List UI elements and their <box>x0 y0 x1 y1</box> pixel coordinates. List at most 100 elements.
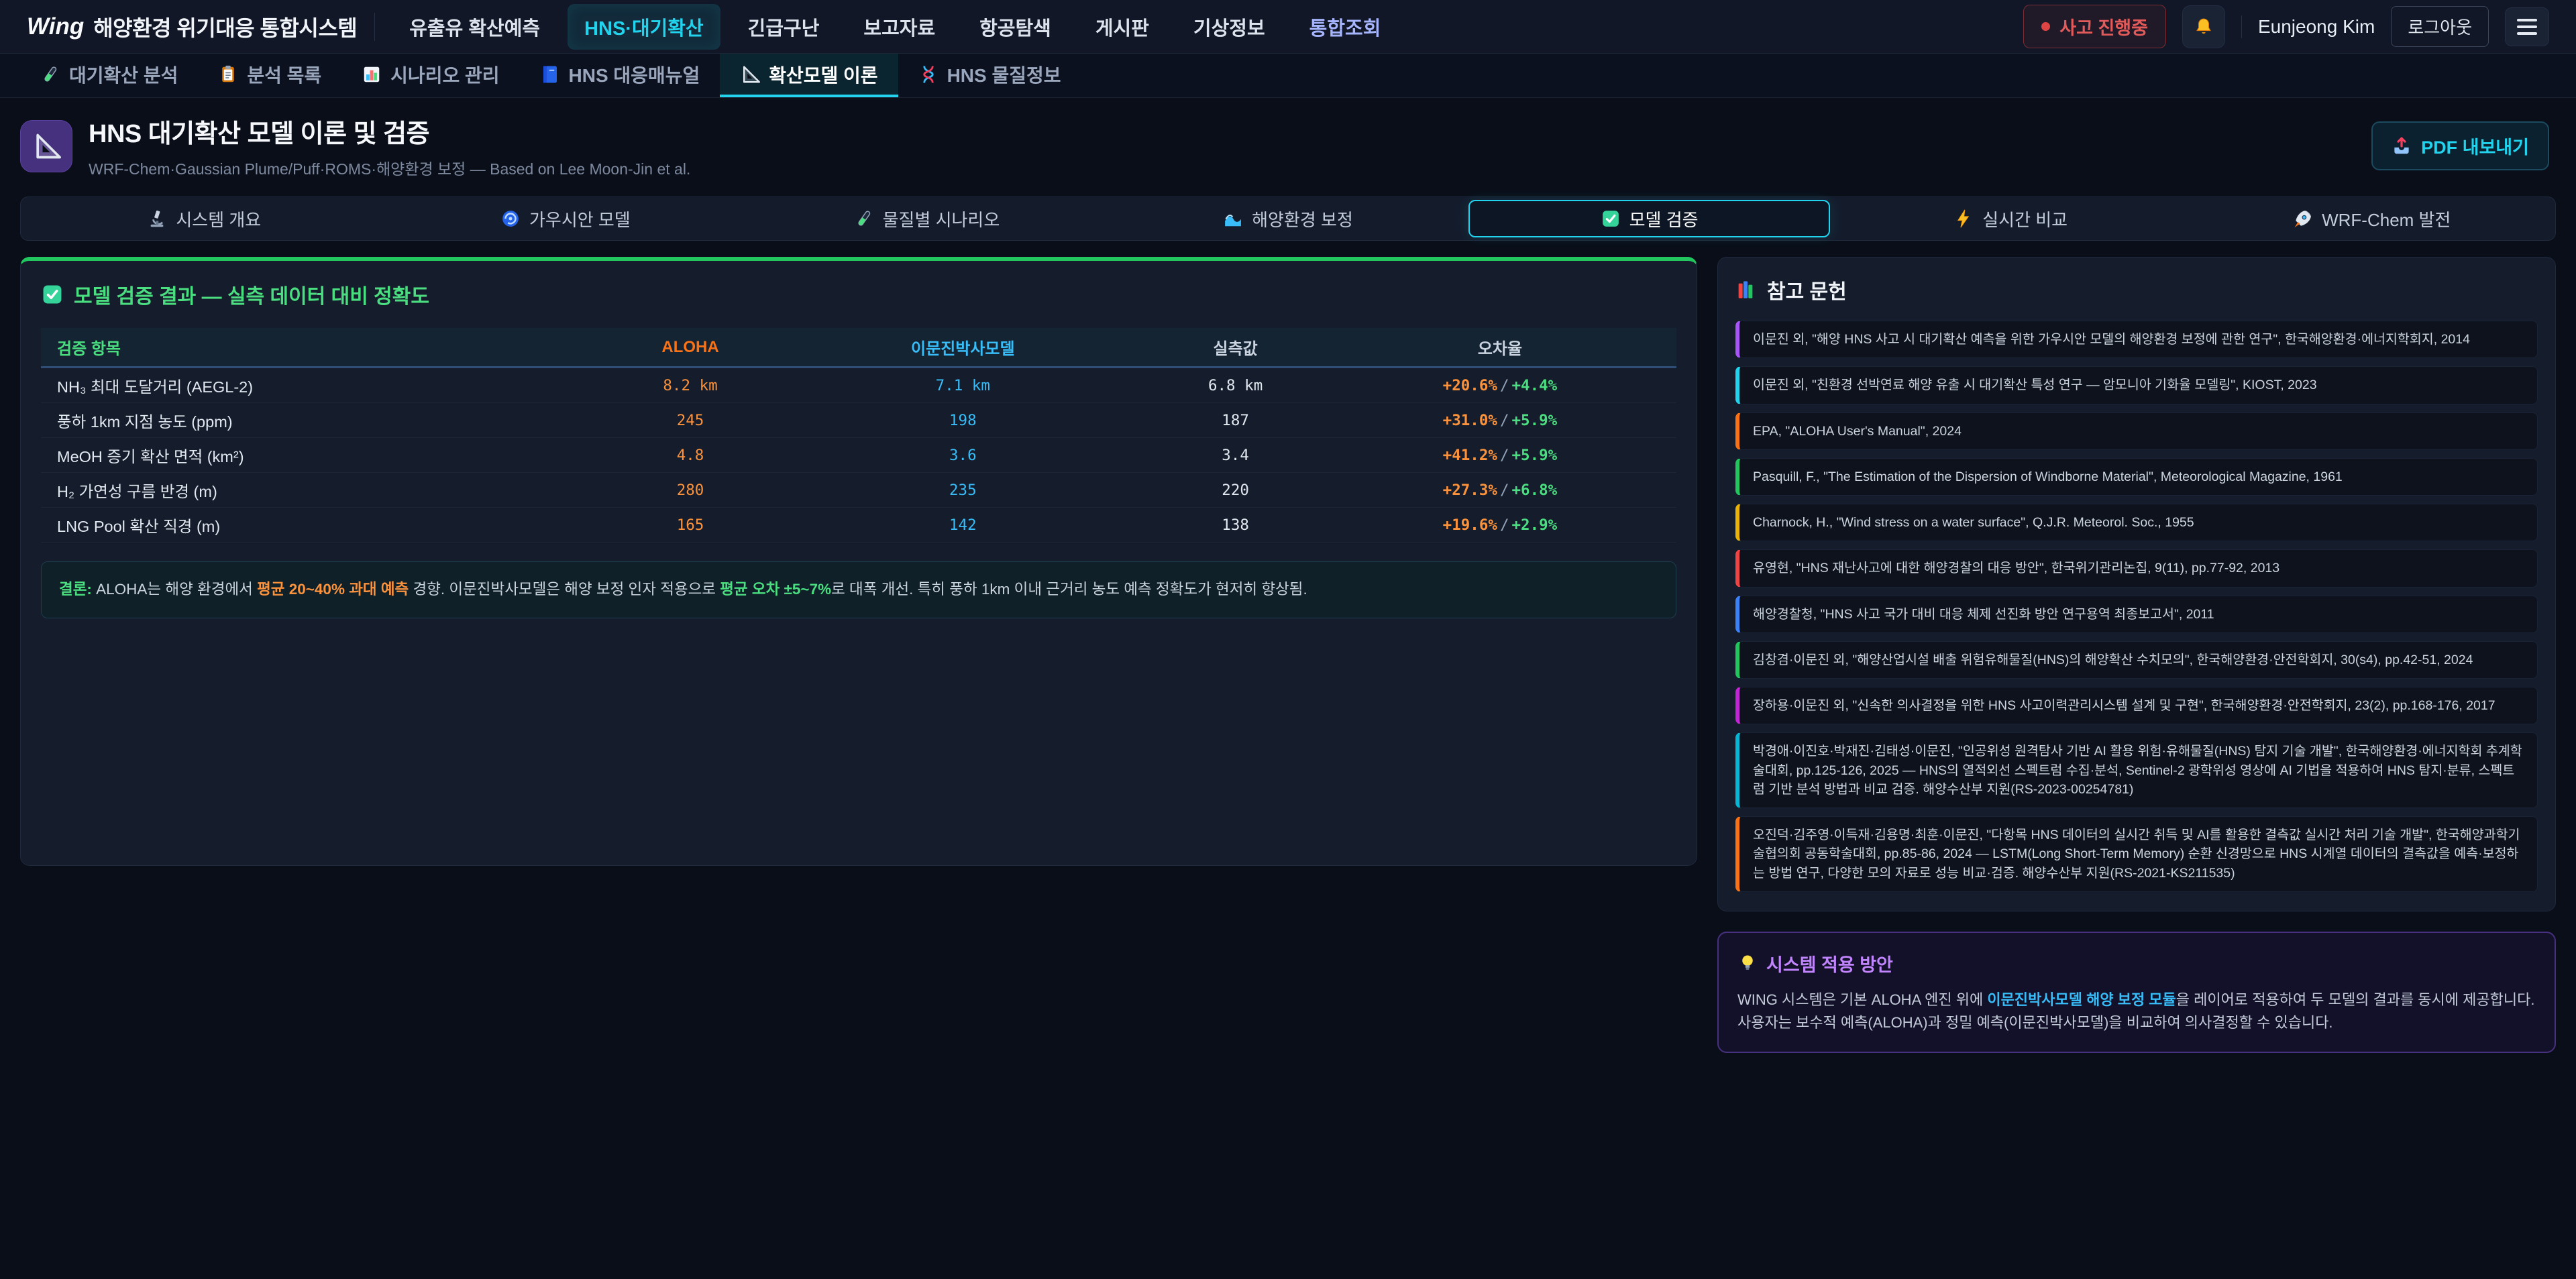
section-tab-모델 검증[interactable]: 모델 검증 <box>1468 200 1830 237</box>
brand-logo: Wing <box>27 13 84 40</box>
pdf-export-label: PDF 내보내기 <box>2421 133 2529 159</box>
reference-item: 유영현, "HNS 재난사고에 대한 해양경찰의 대응 방안", 한국위기관리논… <box>1735 549 2538 587</box>
nav-item-기상정보[interactable]: 기상정보 <box>1177 4 1282 50</box>
bar-chart-icon <box>362 64 382 85</box>
cell-error: +41.2%/+5.9% <box>1340 447 1660 464</box>
section-tab-해양환경 보정[interactable]: 해양환경 보정 <box>1108 200 1469 237</box>
module-tab-시나리오 관리[interactable]: 시나리오 관리 <box>341 54 519 97</box>
nav-divider <box>374 13 375 41</box>
module-tab-label: 확산모델 이론 <box>769 61 877 88</box>
section-tab-WRF-Chem 발전[interactable]: WRF-Chem 발전 <box>2191 200 2553 237</box>
cell-item: MeOH 증기 확산 면적 (km²) <box>57 444 586 467</box>
cell-model: 7.1 km <box>794 377 1131 394</box>
pdf-export-button[interactable]: PDF 내보내기 <box>2371 121 2549 170</box>
module-tab-HNS 대응매뉴얼[interactable]: HNS 대응매뉴얼 <box>520 54 720 97</box>
error-model: +2.9% <box>1512 516 1558 534</box>
section-tab-label: 가우시안 모델 <box>529 207 631 231</box>
reference-item: 김창겸·이문진 외, "해양산업시설 배출 위험유해물질(HNS)의 해양확산 … <box>1735 641 2538 679</box>
module-tab-label: 시나리오 관리 <box>390 61 499 88</box>
brand-title: 해양환경 위기대응 통합시스템 <box>93 11 357 42</box>
module-tab-분석 목록[interactable]: 분석 목록 <box>198 54 341 97</box>
table-header-row: 검증 항목 ALOHA 이문진박사모델 실측값 오차율 <box>41 328 1676 368</box>
reference-item: 해양경찰청, "HNS 사고 국가 대비 대응 체제 선진화 방안 연구용역 최… <box>1735 596 2538 633</box>
cell-measured: 6.8 km <box>1131 377 1340 394</box>
cell-aloha: 4.8 <box>586 447 795 464</box>
col-header-error: 오차율 <box>1340 335 1660 359</box>
status-badge-label: 사고 진행중 <box>2059 13 2148 40</box>
page-title: HNS 대기확산 모델 이론 및 검증 <box>89 113 690 150</box>
error-model: +6.8% <box>1512 482 1558 499</box>
module-tab-대기확산 분석[interactable]: 대기확산 분석 <box>20 54 198 97</box>
cell-model: 235 <box>794 482 1131 499</box>
triangle-ruler-icon <box>740 64 760 85</box>
logout-button[interactable]: 로그아웃 <box>2391 6 2489 47</box>
error-separator: / <box>1497 447 1512 464</box>
module-tab-확산모델 이론[interactable]: 확산모델 이론 <box>720 54 898 97</box>
reference-item: 오진덕·김주영·이득재·김용명·최훈·이문진, "다항목 HNS 데이터의 실시… <box>1735 816 2538 892</box>
right-column: 참고 문헌 이문진 외, "해양 HNS 사고 시 대기확산 예측을 위한 가우… <box>1717 257 2556 1053</box>
section-tab-가우시안 모델[interactable]: 가우시안 모델 <box>385 200 747 237</box>
nav-item-게시판[interactable]: 게시판 <box>1079 4 1166 50</box>
section-tab-label: WRF-Chem 발전 <box>2322 207 2451 231</box>
section-tab-물질별 시나리오[interactable]: 물질별 시나리오 <box>746 200 1108 237</box>
validation-table: 검증 항목 ALOHA 이문진박사모델 실측값 오차율 NH₃ 최대 도달거리 … <box>41 328 1676 543</box>
validation-title: 모델 검증 결과 — 실측 데이터 대비 정확도 <box>41 280 1676 309</box>
notifications-button[interactable] <box>2182 5 2225 48</box>
books-icon <box>1735 279 1757 300</box>
section-tab-실시간 비교[interactable]: 실시간 비교 <box>1830 200 2192 237</box>
nav-item-보고자료[interactable]: 보고자료 <box>847 4 952 50</box>
test-tube-icon <box>854 209 874 229</box>
error-model: +4.4% <box>1512 377 1558 394</box>
section-tab-label: 해양환경 보정 <box>1252 207 1353 231</box>
nav-item-통합조회[interactable]: 통합조회 <box>1293 4 1398 50</box>
page-header-text: HNS 대기확산 모델 이론 및 검증 WRF-Chem·Gaussian Pl… <box>89 113 690 179</box>
table-row: MeOH 증기 확산 면적 (km²)4.83.63.4+41.2%/+5.9% <box>41 438 1676 473</box>
page-header-left: HNS 대기확산 모델 이론 및 검증 WRF-Chem·Gaussian Pl… <box>20 113 690 179</box>
references-card: 참고 문헌 이문진 외, "해양 HNS 사고 시 대기확산 예측을 위한 가우… <box>1717 257 2556 911</box>
nav-item-긴급구난[interactable]: 긴급구난 <box>731 4 837 50</box>
col-header-measured: 실측값 <box>1131 335 1340 359</box>
table-row: LNG Pool 확산 직경 (m)165142138+19.6%/+2.9% <box>41 508 1676 543</box>
table-row: H₂ 가연성 구름 반경 (m)280235220+27.3%/+6.8% <box>41 473 1676 508</box>
cell-measured: 220 <box>1131 482 1340 499</box>
test-tube-icon <box>40 64 60 85</box>
user-divider <box>2241 15 2242 38</box>
module-tab-HNS 물질정보[interactable]: HNS 물질정보 <box>898 54 1081 97</box>
module-tab-label: 대기확산 분석 <box>69 61 178 88</box>
nav-item-항공탐색[interactable]: 항공탐색 <box>963 4 1068 50</box>
cell-error: +27.3%/+6.8% <box>1340 482 1660 499</box>
brand[interactable]: Wing 해양환경 위기대응 통합시스템 <box>27 11 357 42</box>
nav-item-HNS·대기확산[interactable]: HNS·대기확산 <box>568 4 720 50</box>
hamburger-menu-button[interactable] <box>2505 7 2549 46</box>
page-subtitle: WRF-Chem·Gaussian Plume/Puff·ROMS·해양환경 보… <box>89 156 690 179</box>
module-tab-bar: 대기확산 분석 분석 목록 시나리오 관리 HNS 대응매뉴얼 확산모델 이론 HNS 물… <box>0 54 2576 98</box>
cell-item: H₂ 가연성 구름 반경 (m) <box>57 479 586 502</box>
cell-measured: 138 <box>1131 516 1340 534</box>
table-row: 풍하 1km 지점 농도 (ppm)245198187+31.0%/+5.9% <box>41 403 1676 438</box>
cell-item: NH₃ 최대 도달거리 (AEGL-2) <box>57 374 586 397</box>
bulb-icon <box>1737 953 1758 973</box>
table-row: NH₃ 최대 도달거리 (AEGL-2)8.2 km7.1 km6.8 km+2… <box>41 368 1676 403</box>
error-separator: / <box>1497 516 1512 534</box>
error-aloha: +27.3% <box>1443 482 1497 499</box>
rocket-icon <box>2293 209 2313 229</box>
section-tab-시스템 개요[interactable]: 시스템 개요 <box>23 200 385 237</box>
cell-model: 198 <box>794 412 1131 429</box>
lightning-icon <box>1953 209 1974 229</box>
cyclone-icon <box>500 209 521 229</box>
reference-item: Pasquill, F., "The Estimation of the Dis… <box>1735 458 2538 496</box>
error-aloha: +20.6% <box>1443 377 1497 394</box>
cell-error: +20.6%/+4.4% <box>1340 377 1660 394</box>
cell-model: 142 <box>794 516 1131 534</box>
reference-item: 박경애·이진호·박재진·김태성·이문진, "인공위성 원격탐사 기반 AI 활용… <box>1735 732 2538 808</box>
error-model: +5.9% <box>1512 412 1558 429</box>
triangle-ruler-icon <box>32 131 61 161</box>
microscope-icon <box>147 209 167 229</box>
cell-error: +19.6%/+2.9% <box>1340 516 1660 534</box>
hamburger-icon <box>2517 15 2537 39</box>
cell-item: LNG Pool 확산 직경 (m) <box>57 514 586 537</box>
book-icon <box>540 64 560 85</box>
cell-aloha: 8.2 km <box>586 377 795 394</box>
nav-item-유출유 확산예측[interactable]: 유출유 확산예측 <box>392 4 557 50</box>
reference-item: 장하용·이문진 외, "신속한 의사결정을 위한 HNS 사고이력관리시스템 설… <box>1735 687 2538 724</box>
